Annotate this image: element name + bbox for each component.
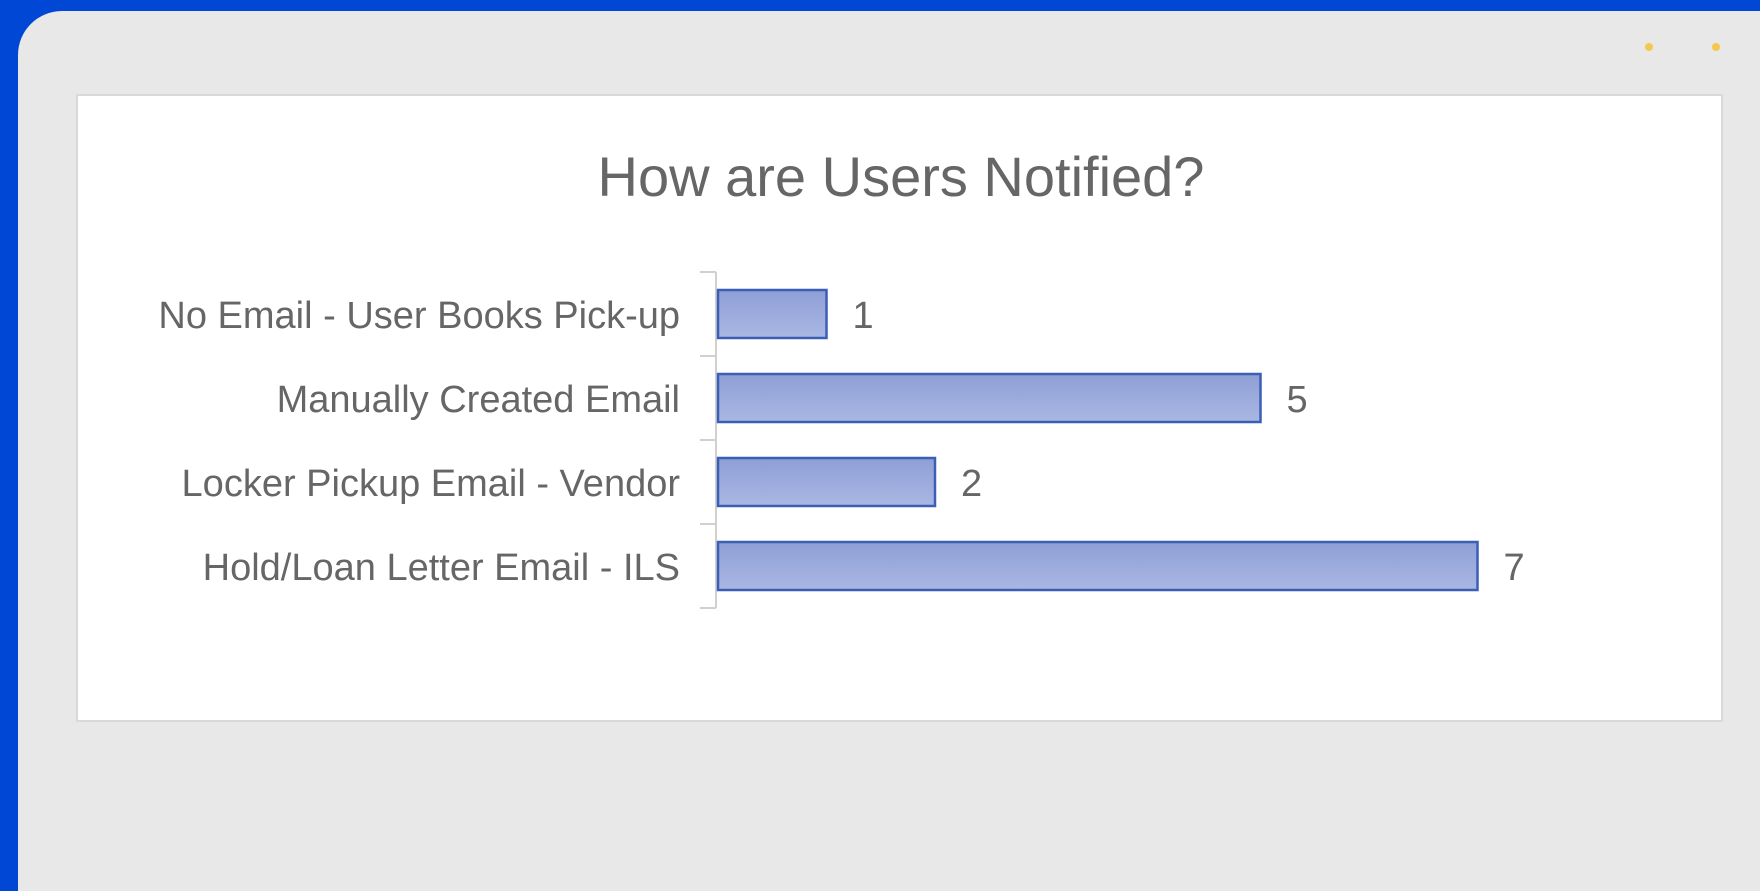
- data-label-3: 7: [1504, 547, 1525, 589]
- category-label-3: Hold/Loan Letter Email - ILS: [203, 547, 680, 589]
- window-frame: How are Users Notified? No Email - User …: [18, 11, 1760, 891]
- category-labels: No Email - User Books Pick-up Manually Cr…: [158, 295, 680, 589]
- y-axis: [700, 271, 717, 609]
- data-label-0: 1: [853, 295, 874, 337]
- category-label-1: Manually Created Email: [277, 379, 680, 421]
- bar-chart: How are Users Notified? No Email - User …: [158, 145, 1525, 609]
- category-label-2: Locker Pickup Email - Vendor: [182, 463, 681, 505]
- chart-card: How are Users Notified? No Email - User …: [76, 94, 1723, 722]
- window-dot-1: [1645, 43, 1653, 51]
- category-label-0: No Email - User Books Pick-up: [158, 295, 680, 337]
- bar-1: [716, 372, 1262, 424]
- bar-2: [716, 456, 937, 508]
- window-dot-2: [1712, 43, 1720, 51]
- bars: [716, 288, 1479, 592]
- bar-0: [716, 288, 828, 340]
- data-label-2: 2: [961, 463, 982, 505]
- chart-title: How are Users Notified?: [598, 145, 1205, 208]
- data-label-1: 5: [1287, 379, 1308, 421]
- bar-3: [716, 540, 1479, 592]
